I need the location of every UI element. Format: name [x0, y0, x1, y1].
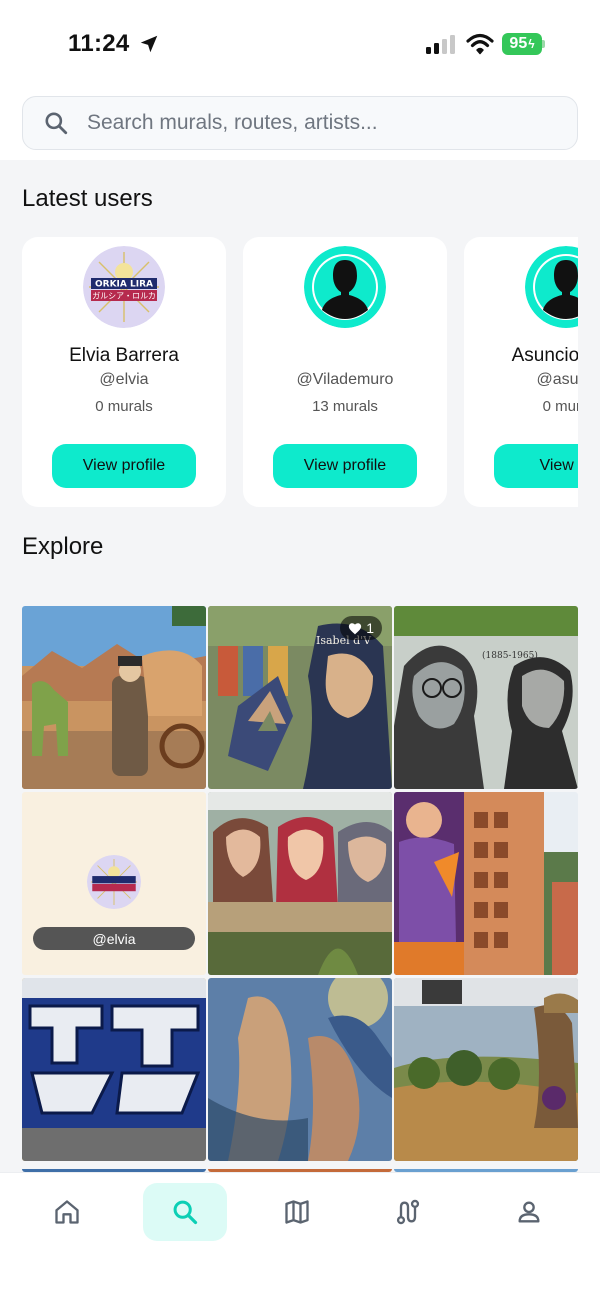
mural-image — [394, 978, 578, 1161]
svg-text:ORKIA LIRA: ORKIA LIRA — [95, 280, 153, 290]
user-name: Asuncion Ga — [511, 345, 578, 366]
tab-search[interactable] — [143, 1183, 227, 1241]
user-mural-count: 13 murals — [312, 398, 378, 415]
avatar[interactable] — [525, 246, 578, 328]
mural-tile[interactable] — [208, 978, 392, 1161]
mural-image: (1885-1965) — [394, 606, 578, 789]
tab-profile[interactable] — [487, 1183, 571, 1241]
mural-tile[interactable]: (1885-1965) — [394, 606, 578, 789]
status-time: 11:24 — [68, 30, 130, 57]
battery-tip — [542, 40, 545, 48]
mural-tile[interactable] — [208, 1164, 392, 1172]
view-profile-button[interactable]: View pr — [494, 444, 578, 488]
latest-users-title: Latest users — [22, 185, 153, 212]
mural-image — [22, 978, 206, 1161]
tab-home[interactable] — [25, 1183, 109, 1241]
search-input[interactable] — [87, 111, 547, 135]
avatar — [87, 855, 141, 909]
mural-tile[interactable] — [394, 792, 578, 975]
default-avatar-icon — [525, 246, 578, 328]
mural-tile[interactable] — [22, 606, 206, 789]
svg-text:(1885-1965): (1885-1965) — [482, 650, 538, 661]
avatar[interactable]: ORKIA LIRA ガルシア・ロルカ — [83, 246, 165, 328]
mural-image — [394, 792, 578, 975]
like-count-badge[interactable]: 1 — [340, 616, 382, 640]
user-logo-image — [87, 855, 141, 909]
route-icon — [396, 1199, 420, 1225]
user-card: ORKIA LIRA ガルシア・ロルカ Elvia Barrera @elvia… — [22, 237, 226, 507]
user-tile[interactable]: @elvia — [22, 792, 206, 975]
user-mural-count: 0 mura — [542, 398, 578, 415]
user-handle: @elvia — [99, 371, 149, 388]
user-mural-count: 0 murals — [95, 398, 153, 415]
user-logo-image: ORKIA LIRA ガルシア・ロルカ — [83, 246, 165, 328]
user-tile-label: @elvia — [33, 927, 195, 950]
home-icon — [55, 1200, 79, 1224]
user-handle: @asunc — [536, 371, 578, 388]
battery-indicator: 95 ϟ — [502, 33, 542, 55]
mural-image — [22, 606, 206, 789]
bottom-tab-bar — [0, 1172, 600, 1299]
user-handle: @Vilademuro — [296, 371, 394, 388]
heart-icon — [349, 622, 362, 634]
mural-tile[interactable]: Isabel d'V 1 — [208, 606, 392, 789]
mural-tile[interactable] — [394, 1164, 578, 1172]
status-bar: 11:24 95 ϟ — [0, 0, 600, 88]
mural-image — [208, 792, 392, 975]
mural-tile[interactable] — [22, 978, 206, 1161]
user-name: Elvia Barrera — [69, 345, 179, 366]
user-card: @Vilademuro 13 murals View profile — [243, 237, 447, 507]
mural-tile[interactable] — [208, 792, 392, 975]
user-icon — [518, 1201, 540, 1223]
view-profile-button[interactable]: View profile — [273, 444, 417, 488]
map-icon — [285, 1200, 309, 1224]
wifi-icon — [466, 33, 494, 55]
explore-title: Explore — [22, 533, 104, 560]
latest-users-carousel[interactable]: ORKIA LIRA ガルシア・ロルカ Elvia Barrera @elvia… — [22, 237, 578, 509]
search-icon — [45, 112, 68, 135]
like-count: 1 — [366, 620, 374, 636]
svg-text:ガルシア・ロルカ: ガルシア・ロルカ — [92, 291, 156, 301]
view-profile-button[interactable]: View profile — [52, 444, 196, 488]
search-bar[interactable] — [22, 96, 578, 150]
default-avatar-icon — [304, 246, 386, 328]
user-card: Asuncion Ga @asunc 0 mura View pr — [464, 237, 578, 507]
tab-map[interactable] — [255, 1183, 339, 1241]
tab-routes[interactable] — [366, 1183, 450, 1241]
mural-image — [208, 978, 392, 1161]
location-arrow-icon — [140, 35, 158, 53]
cellular-signal-icon — [426, 35, 455, 54]
search-icon — [173, 1200, 198, 1225]
mural-tile[interactable] — [22, 1164, 206, 1172]
mural-tile[interactable] — [394, 978, 578, 1161]
avatar[interactable] — [304, 246, 386, 328]
battery-level: 95 — [509, 35, 528, 52]
